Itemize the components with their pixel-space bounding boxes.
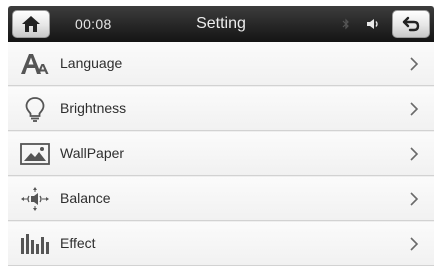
- menu-item-effect[interactable]: Effect: [8, 222, 434, 266]
- menu-item-brightness[interactable]: Brightness: [8, 87, 434, 131]
- chevron-right-icon: [410, 237, 419, 251]
- menu-item-language[interactable]: Language: [8, 42, 434, 86]
- menu-item-label: Brightness: [60, 100, 127, 116]
- chevron-right-icon: [410, 192, 419, 206]
- menu-item-label: Balance: [60, 190, 111, 206]
- chevron-right-icon: [410, 147, 419, 161]
- menu-item-label: Effect: [60, 235, 96, 251]
- back-button[interactable]: [392, 10, 430, 38]
- language-icon: [21, 54, 49, 74]
- menu-item-label: WallPaper: [60, 145, 125, 161]
- menu-item-balance[interactable]: Balance: [8, 177, 434, 221]
- settings-list: Language Brightness WallPaper Balance Ef…: [8, 42, 434, 266]
- speaker-icon: [367, 19, 378, 29]
- chevron-right-icon: [410, 102, 419, 116]
- lightbulb-icon: [25, 97, 45, 122]
- menu-item-label: Language: [60, 55, 123, 71]
- menu-item-wallpaper[interactable]: WallPaper: [8, 132, 434, 176]
- bluetooth-icon: [342, 18, 349, 30]
- equalizer-icon: [21, 234, 49, 254]
- title-bar: 00:08 Setting: [8, 6, 434, 42]
- balance-icon: [21, 187, 49, 211]
- wallpaper-icon: [20, 143, 50, 165]
- chevron-right-icon: [410, 57, 419, 71]
- back-arrow-icon: [402, 16, 420, 32]
- settings-screen: 00:08 Setting Language Brightness WallPa…: [8, 6, 434, 266]
